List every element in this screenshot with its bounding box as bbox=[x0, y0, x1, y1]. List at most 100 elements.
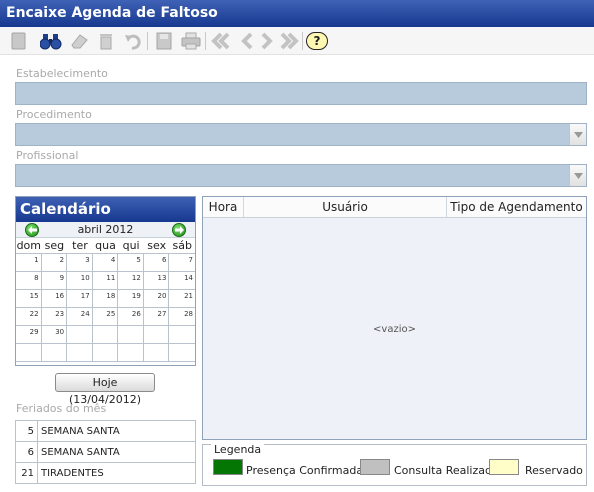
calendar-day-cell bbox=[143, 344, 170, 362]
calendar-day-cell[interactable]: 12 bbox=[118, 272, 144, 290]
calendar-day-cell[interactable]: 17 bbox=[67, 290, 93, 308]
calendar-day-cell[interactable]: 4 bbox=[92, 254, 119, 272]
weekday-header: seg bbox=[44, 239, 65, 252]
calendar-title: Calendário bbox=[16, 197, 195, 222]
column-header-usuario[interactable]: Usuário bbox=[244, 197, 447, 217]
calendar-day-cell[interactable]: 9 bbox=[41, 272, 68, 290]
column-header-hora[interactable]: Hora bbox=[203, 197, 244, 217]
calendar-day-cell[interactable]: 10 bbox=[67, 272, 93, 290]
calendar-day-cell[interactable]: 27 bbox=[143, 308, 170, 326]
legend-swatch-consulta bbox=[360, 459, 390, 475]
next-month-button[interactable] bbox=[172, 223, 186, 237]
save-disk-icon[interactable] bbox=[153, 31, 175, 51]
calendar-day-cell[interactable]: 23 bbox=[41, 308, 68, 326]
calendar-day-cell[interactable]: 14 bbox=[169, 272, 195, 290]
feriado-row[interactable]: 5 SEMANA SANTA bbox=[15, 420, 196, 442]
procedimento-dropdown-button[interactable] bbox=[569, 124, 586, 145]
help-icon[interactable]: ? bbox=[305, 31, 329, 51]
calendar-day-cell[interactable]: 6 bbox=[143, 254, 170, 272]
calendar-day-cell bbox=[118, 344, 144, 362]
procedimento-select[interactable] bbox=[15, 123, 587, 146]
feriado-row[interactable]: 6 SEMANA SANTA bbox=[15, 441, 196, 463]
legend-swatch-reservado bbox=[489, 459, 519, 475]
search-binoculars-icon[interactable] bbox=[40, 31, 62, 51]
calendar-day-cell[interactable]: 25 bbox=[92, 308, 119, 326]
new-icon[interactable] bbox=[8, 31, 30, 51]
eraser-icon[interactable] bbox=[68, 31, 90, 51]
calendar-day-cell[interactable]: 15 bbox=[16, 290, 42, 308]
weekday-header: sáb bbox=[172, 239, 192, 252]
calendar-day-cell[interactable]: 11 bbox=[92, 272, 119, 290]
calendar-day-cell[interactable]: 16 bbox=[41, 290, 68, 308]
calendar-day-cell bbox=[169, 344, 195, 362]
calendar-day-cell[interactable]: 22 bbox=[16, 308, 42, 326]
calendar-nav: abril 2012 bbox=[16, 222, 195, 238]
calendar-day-cell bbox=[92, 326, 119, 344]
calendar-day-cell[interactable]: 2 bbox=[41, 254, 68, 272]
arrow-right-icon bbox=[174, 226, 184, 234]
feriado-day: 5 bbox=[15, 420, 38, 442]
calendar-day-cell[interactable]: 24 bbox=[67, 308, 93, 326]
calendar: Calendário abril 2012 dom seg ter qua qui sex… bbox=[15, 196, 196, 366]
agenda-grid-header: Hora Usuário Tipo de Agendamento bbox=[203, 197, 586, 218]
chevron-down-icon bbox=[573, 172, 583, 179]
calendar-day-cell bbox=[118, 326, 144, 344]
legend-label-reservado: Reservado bbox=[525, 464, 583, 477]
estabelecimento-label: Estabelecimento bbox=[16, 67, 108, 80]
calendar-weekdays: dom seg ter qua qui sex sáb bbox=[16, 238, 195, 254]
calendar-day-cell[interactable]: 28 bbox=[169, 308, 195, 326]
legend-label-presenca: Presença Confirmada bbox=[246, 464, 364, 477]
agenda-grid[interactable]: Hora Usuário Tipo de Agendamento <vazio> bbox=[202, 196, 587, 440]
calendar-day-cell bbox=[67, 326, 93, 344]
calendar-day-cell[interactable]: 26 bbox=[118, 308, 144, 326]
column-header-tipo-agendamento[interactable]: Tipo de Agendamento bbox=[447, 197, 586, 217]
calendar-day-cell[interactable]: 5 bbox=[118, 254, 144, 272]
profissional-dropdown-button[interactable] bbox=[569, 165, 586, 186]
calendar-month: abril 2012 bbox=[77, 223, 134, 236]
calendar-day-cell bbox=[92, 344, 119, 362]
help-label: ? bbox=[306, 32, 328, 50]
print-icon[interactable] bbox=[180, 31, 202, 51]
feriados-table: 5 SEMANA SANTA 6 SEMANA SANTA 21 TIRADENTES bbox=[15, 420, 196, 484]
feriado-row[interactable]: 21 TIRADENTES bbox=[15, 462, 196, 484]
calendar-days: 1 2 3 4 5 6 7 8 9 10 11 12 13 14 15 16 17 18 19 20 21 22 23 24 2… bbox=[16, 254, 195, 362]
previous-record-icon[interactable] bbox=[236, 31, 258, 51]
next-record-icon[interactable] bbox=[256, 31, 278, 51]
trash-icon[interactable] bbox=[95, 31, 117, 51]
calendar-day-cell[interactable]: 3 bbox=[67, 254, 93, 272]
calendar-day-cell[interactable]: 13 bbox=[143, 272, 170, 290]
toolbar: ? bbox=[0, 27, 594, 55]
weekday-header: qua bbox=[95, 239, 116, 252]
calendar-day-cell bbox=[143, 326, 170, 344]
calendar-day-cell[interactable]: 1 bbox=[16, 254, 42, 272]
first-record-icon[interactable] bbox=[210, 31, 232, 51]
calendar-day-cell[interactable]: 18 bbox=[92, 290, 119, 308]
empty-message: <vazio> bbox=[373, 324, 416, 335]
calendar-day-cell[interactable]: 30 bbox=[41, 326, 68, 344]
feriado-day: 6 bbox=[15, 441, 38, 463]
chevron-down-icon bbox=[573, 131, 583, 138]
calendar-day-cell bbox=[169, 326, 195, 344]
feriado-name: SEMANA SANTA bbox=[37, 441, 196, 463]
calendar-day-cell[interactable]: 21 bbox=[169, 290, 195, 308]
feriado-name: SEMANA SANTA bbox=[37, 420, 196, 442]
calendar-day-cell[interactable]: 29 bbox=[16, 326, 42, 344]
undo-icon[interactable] bbox=[123, 31, 145, 51]
procedimento-label: Procedimento bbox=[16, 108, 92, 121]
legend-label-consulta: Consulta Realizada bbox=[394, 464, 499, 477]
profissional-label: Profissional bbox=[16, 149, 79, 162]
last-record-icon[interactable] bbox=[278, 31, 300, 51]
feriado-day: 21 bbox=[15, 462, 38, 484]
feriados-label: Feriados do mês bbox=[16, 402, 107, 415]
legend-swatch-presenca bbox=[213, 459, 243, 475]
feriado-name: TIRADENTES bbox=[37, 462, 196, 484]
calendar-day-cell[interactable]: 20 bbox=[143, 290, 170, 308]
calendar-day-cell[interactable]: 19 bbox=[118, 290, 144, 308]
calendar-day-cell bbox=[16, 344, 42, 362]
legend: Legenda Presença Confirmada Consulta Rea… bbox=[202, 443, 587, 486]
estabelecimento-input[interactable] bbox=[15, 82, 587, 105]
today-button[interactable]: Hoje (13/04/2012) bbox=[55, 373, 155, 406]
calendar-day-cell[interactable]: 8 bbox=[16, 272, 42, 290]
calendar-day-cell[interactable]: 7 bbox=[169, 254, 195, 272]
profissional-select[interactable] bbox=[15, 164, 587, 187]
